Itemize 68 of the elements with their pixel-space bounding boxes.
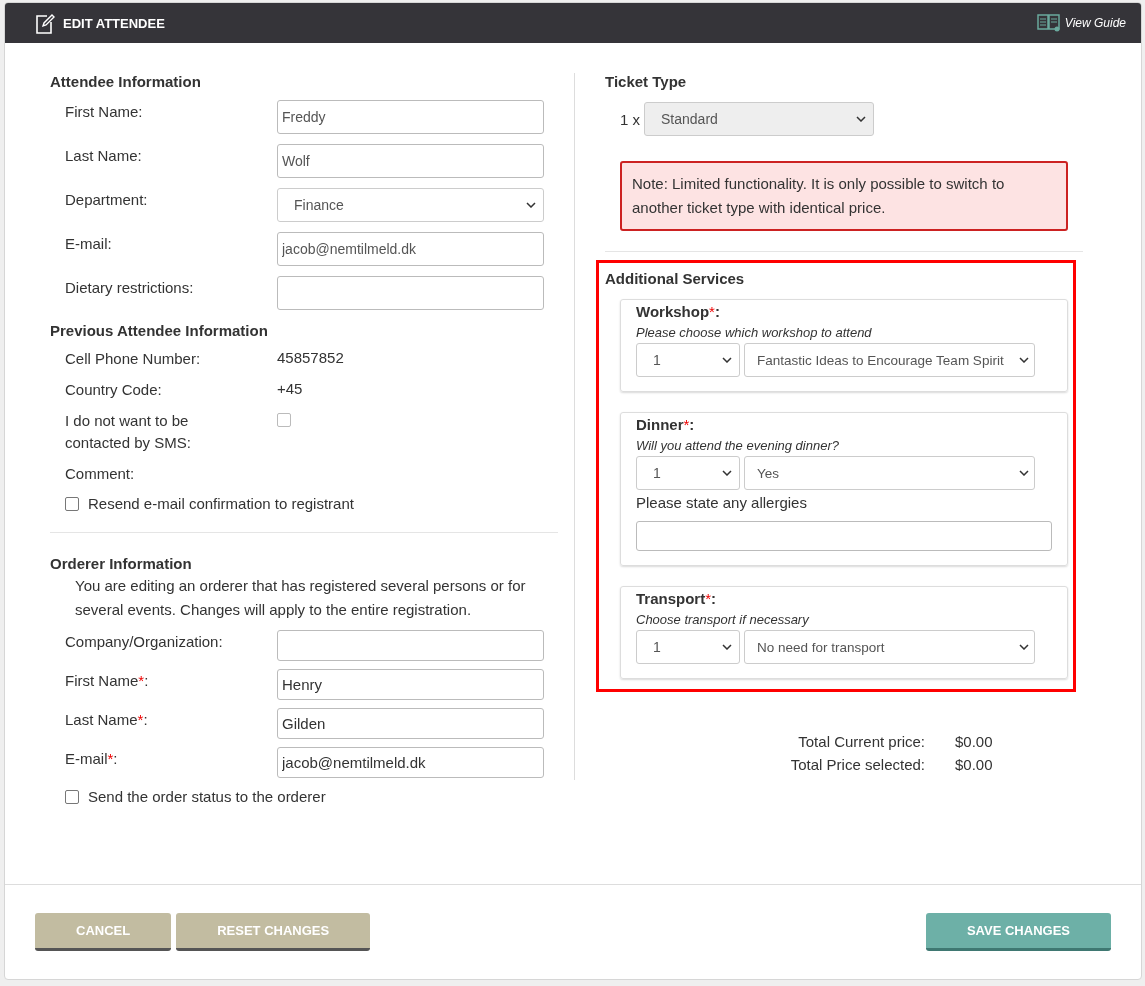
field-value: +45 <box>277 379 304 399</box>
total-value: $0.00 <box>955 755 994 775</box>
department-dropdown[interactable]: Finance <box>277 188 544 222</box>
book-icon[interactable] <box>1036 14 1061 32</box>
field-label: Cell Phone Number: <box>65 349 202 369</box>
field-label: Last Name: <box>65 146 143 166</box>
checkbox[interactable] <box>65 496 79 511</box>
service-title: Transport*: <box>636 592 718 606</box>
checkbox-label: Resend e-mail confirmation to registrant <box>88 495 354 512</box>
service-hint: Please choose which workshop to attend <box>636 325 873 340</box>
field-label: Last Name*: <box>65 710 149 730</box>
info-text: You are editing an orderer that has registered several persons or for several events. Changes will apply to the entire registration. <box>75 576 527 620</box>
caret-icon <box>722 470 732 476</box>
section-heading: Ticket Type <box>605 73 688 90</box>
text-field[interactable]: Henry <box>277 669 544 700</box>
total-label: Total Price selected: <box>790 755 925 775</box>
quantity-dropdown[interactable]: 1 <box>636 456 740 490</box>
caret-icon <box>856 116 866 122</box>
field-label: Company/Organization: <box>65 632 224 652</box>
service-title: Workshop*: <box>636 305 721 319</box>
field-label: I do not want to be contacted by SMS: <box>65 411 192 453</box>
service-hint: Choose transport if necessary <box>636 612 810 627</box>
field-label: Please state any allergies <box>636 493 808 513</box>
quantity-dropdown[interactable]: 1 <box>636 630 740 664</box>
text-field[interactable]: Freddy <box>277 100 544 134</box>
field-label: E-mail: <box>65 234 113 254</box>
text-field[interactable]: jacob@nemtilmeld.dk <box>277 747 544 778</box>
field-label: E-mail*: <box>65 749 119 769</box>
field-label: Dietary restrictions: <box>65 278 195 298</box>
warning-note: Note: Limited functionality. It is only possible to switch to another ticket type with identical price. <box>620 161 1068 231</box>
text-field[interactable] <box>277 630 544 661</box>
service-title: Dinner*: <box>636 418 696 432</box>
total-value: $0.00 <box>955 732 994 752</box>
field-value: 45857852 <box>277 348 345 368</box>
text-field[interactable]: jacob@nemtilmeld.dk <box>277 232 544 266</box>
quantity-text: 1 x <box>620 110 640 128</box>
section-heading: Additional Services <box>604 270 746 287</box>
ticket-type-dropdown[interactable]: Standard <box>644 102 874 136</box>
section-heading: Orderer Information <box>50 555 193 572</box>
text-field[interactable]: Wolf <box>277 144 544 178</box>
caret-icon <box>722 644 732 650</box>
caret-icon <box>1019 644 1029 650</box>
field-label: First Name: <box>65 102 144 122</box>
checkbox-label: Send the order status to the orderer <box>88 788 326 805</box>
caret-icon <box>1019 357 1029 363</box>
option-dropdown[interactable]: Fantastic Ideas to Encourage Team Spirit <box>744 343 1035 377</box>
total-label: Total Current price: <box>797 732 925 752</box>
checkbox[interactable] <box>277 413 291 427</box>
field-label: Comment: <box>65 464 136 484</box>
option-dropdown[interactable]: No need for transport <box>744 630 1035 664</box>
field-label: First Name*: <box>65 671 150 691</box>
caret-icon <box>526 202 536 208</box>
field-label: Country Code: <box>65 380 163 400</box>
section-heading: Previous Attendee Information <box>50 322 269 339</box>
service-hint: Will you attend the evening dinner? <box>636 438 840 453</box>
option-dropdown[interactable]: Yes <box>744 456 1035 490</box>
view-guide-link[interactable]: View Guide <box>1064 16 1126 30</box>
quantity-dropdown[interactable]: 1 <box>636 343 740 377</box>
dialog-title: EDIT ATTENDEE <box>63 15 166 31</box>
section-heading: Attendee Information <box>50 73 202 90</box>
text-field[interactable]: Gilden <box>277 708 544 739</box>
checkbox[interactable] <box>65 789 79 804</box>
caret-icon <box>1019 470 1029 476</box>
text-field[interactable] <box>277 276 544 310</box>
allergies-field[interactable] <box>636 521 1052 551</box>
edit-icon <box>35 12 55 34</box>
caret-icon <box>722 357 732 363</box>
field-label: Department: <box>65 190 149 210</box>
